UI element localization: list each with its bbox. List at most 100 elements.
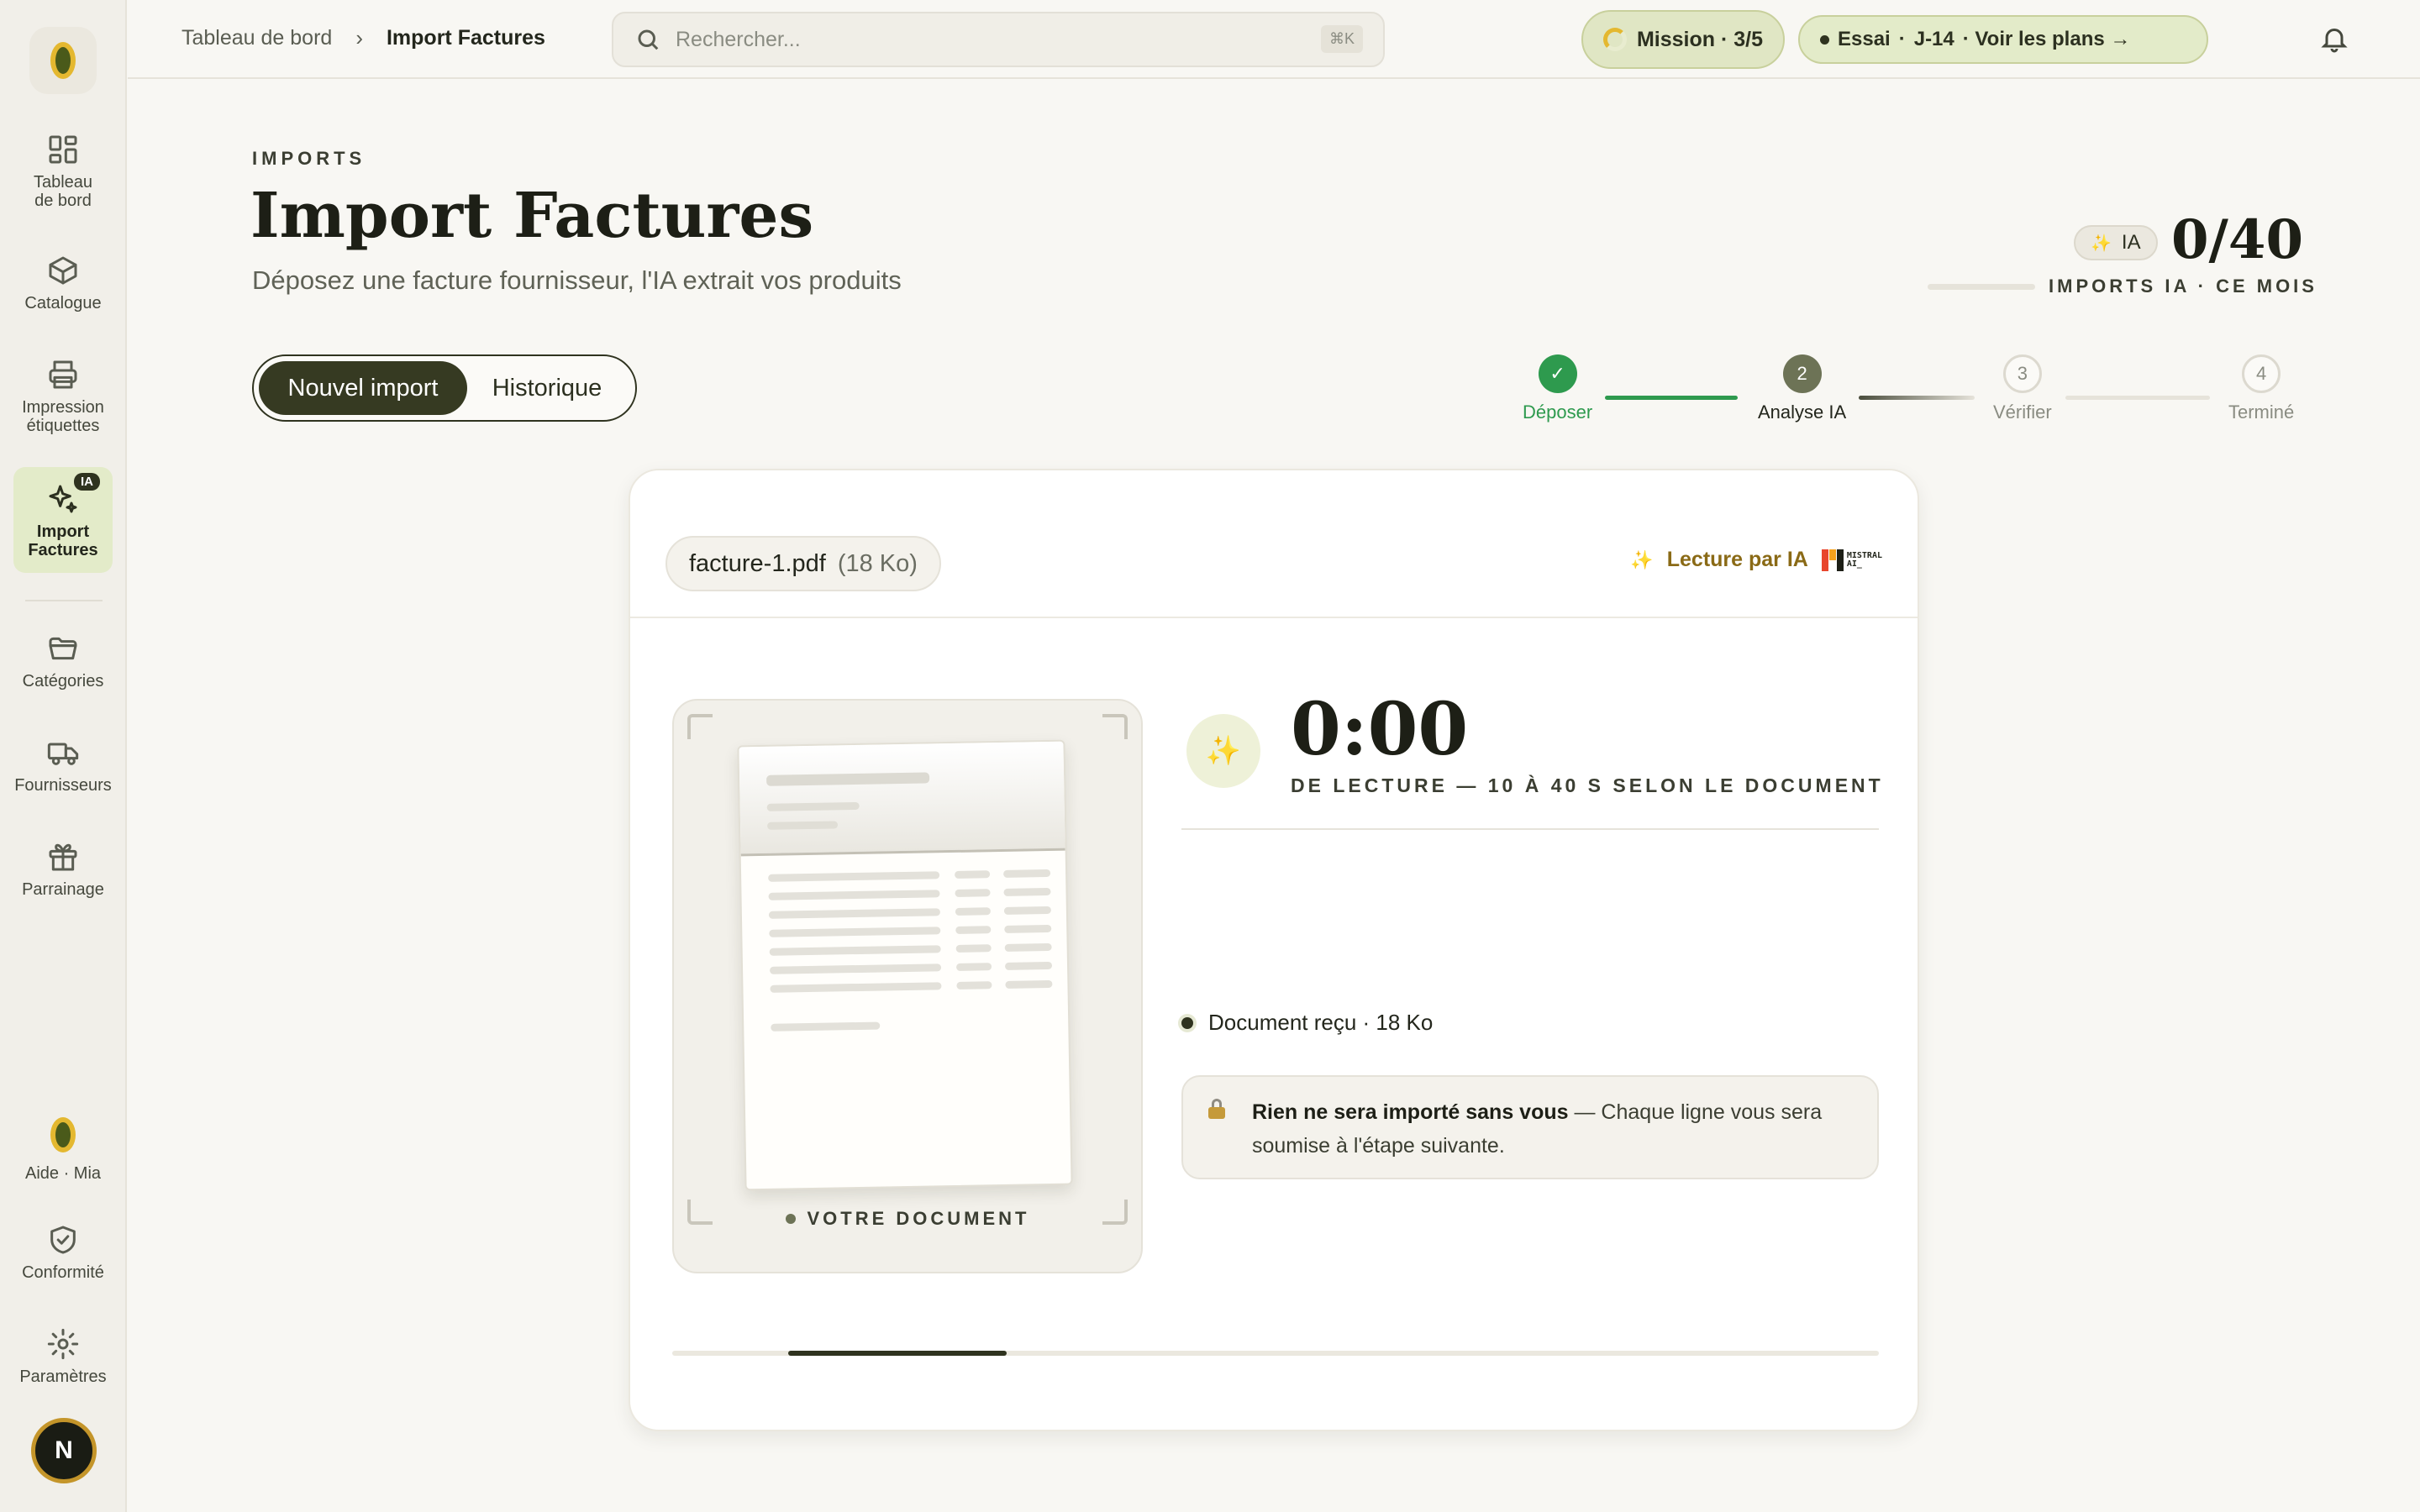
sidebar-item-catalogue[interactable]: Catalogue (13, 254, 113, 312)
folder-icon (49, 637, 77, 660)
trial-cta: · Voir les plans → (1962, 28, 2131, 50)
sidebar-item-referral[interactable]: Parrainage (13, 840, 113, 899)
search-shortcut: ⌘K (1320, 25, 1363, 53)
quota-label: IMPORTS IA · CE MOIS (2049, 276, 2317, 297)
page-subtitle: Déposez une facture fournisseur, l'IA ex… (252, 265, 902, 295)
file-chip: facture-1.pdf (18 Ko) (666, 536, 941, 591)
sidebar-item-dashboard[interactable]: Tableau de bord (13, 133, 113, 210)
printer-icon (49, 360, 77, 389)
quota-badge-label: IA (2121, 231, 2141, 254)
analysis-progress-fill (787, 1351, 1007, 1356)
step-label: Analyse IA (1758, 402, 1847, 423)
trial-separator: · (1898, 28, 1906, 50)
quota-progress-bar (1928, 284, 2035, 290)
sidebar-item-settings[interactable]: Paramètres (13, 1327, 113, 1386)
ai-read-label: Lecture par IA (1666, 548, 1808, 571)
file-name: facture-1.pdf (689, 549, 826, 577)
gift-icon (49, 843, 77, 871)
review-notice: Rien ne sera importé sans vous — Chaque … (1181, 1075, 1879, 1179)
status-text: Document reçu · 18 Ko (1208, 1010, 1434, 1035)
sidebar-item-label: Fournisseurs (14, 776, 112, 795)
ai-reading-badge: ✨ Lecture par IA MISTRAL AI_ (1630, 548, 1882, 572)
dot-icon (785, 1214, 796, 1224)
lock-icon (1208, 1099, 1225, 1119)
tab-history[interactable]: Historique (467, 361, 627, 415)
card-header: facture-1.pdf (18 Ko) ✨ Lecture par IA M… (630, 470, 1918, 618)
sidebar-divider (25, 600, 103, 601)
step-done: 4 Terminé (2228, 354, 2294, 423)
timer-caption: DE LECTURE — 10 À 40 S SELON LE DOCUMENT (1291, 774, 1884, 796)
import-tabs: Nouvel import Historique (252, 354, 637, 422)
tab-new-import[interactable]: Nouvel import (259, 361, 467, 415)
step-number: 3 (2002, 354, 2042, 393)
sidebar: Tableau de bord Catalogue Impression éti… (0, 0, 127, 1512)
step-ai-analysis: 2 Analyse IA (1758, 354, 1846, 423)
stepper-connector (1859, 396, 1975, 400)
trial-dot-icon (1820, 34, 1829, 45)
step-upload: ✓ Déposer (1523, 354, 1592, 423)
avatar[interactable]: N (31, 1418, 97, 1483)
sidebar-item-help[interactable]: Aide · Mia (13, 1117, 113, 1183)
sidebar-item-label: Aide · Mia (24, 1164, 102, 1183)
step-number: 2 (1782, 354, 1822, 393)
breadcrumb: Tableau de bord › Import Factures (182, 25, 545, 51)
dashboard-icon (49, 135, 77, 164)
mission-progress-ring-icon (1602, 28, 1627, 51)
sparkle-icon: ✨ (2091, 234, 2112, 253)
sparkle-icon: ✨ (1630, 549, 1654, 570)
shield-check-icon (50, 1226, 76, 1254)
mistral-logo: MISTRAL AI_ (1821, 549, 1882, 571)
invoice-thumbnail (737, 739, 1073, 1191)
breadcrumb-item-current: Import Factures (386, 26, 545, 50)
mission-button[interactable]: Mission · 3/5 (1581, 10, 1785, 69)
sidebar-item-label: Impression étiquettes (22, 398, 104, 435)
olive-icon (50, 1117, 76, 1152)
truck-icon (47, 743, 79, 765)
divider (1181, 828, 1879, 830)
sidebar-item-label: Catégories (22, 672, 104, 690)
status-dot-icon (1181, 1016, 1193, 1029)
mission-label: Mission · 3/5 (1636, 27, 1764, 51)
step-label: Vérifier (1993, 402, 2052, 423)
breadcrumb-item-dashboard[interactable]: Tableau de bord (182, 26, 332, 50)
document-label-text: VOTRE DOCUMENT (807, 1208, 1030, 1229)
sidebar-item-label: Tableau de bord (33, 173, 93, 210)
scan-corner-icon (1102, 714, 1128, 739)
gear-icon (47, 1328, 79, 1360)
step-number: 4 (2242, 354, 2281, 393)
invoice-scan-band (739, 741, 1065, 857)
sidebar-item-label: Parrainage (22, 880, 104, 899)
file-size: (18 Ko) (837, 549, 918, 577)
stepper-connector (2065, 396, 2210, 400)
status-line: Document reçu · 18 Ko (1181, 1010, 1433, 1036)
mistral-wordmark-line-2: AI_ (1846, 559, 1862, 569)
chevron-right-icon: › (355, 25, 363, 50)
bell-icon (2321, 29, 2348, 53)
sidebar-item-compliance[interactable]: Conformité (13, 1223, 113, 1282)
check-icon: ✓ (1538, 354, 1577, 393)
sidebar-item-label: Import Factures (28, 522, 98, 559)
app-logo[interactable] (29, 27, 97, 94)
document-label: VOTRE DOCUMENT (674, 1208, 1141, 1230)
trial-label: Essai (1838, 28, 1891, 50)
page-eyebrow: IMPORTS (252, 148, 366, 169)
step-verify: 3 Vérifier (1993, 354, 2052, 423)
scan-corner-icon (687, 714, 713, 739)
sidebar-item-suppliers[interactable]: Fournisseurs (13, 736, 113, 795)
mistral-logo-icon (1821, 549, 1844, 571)
ia-badge: IA (74, 473, 100, 491)
step-label: Terminé (2228, 402, 2295, 423)
box-icon (49, 256, 77, 285)
sparkle-icon: ✨ (1186, 714, 1260, 788)
sidebar-item-labels-print[interactable]: Impression étiquettes (13, 358, 113, 435)
search-input[interactable]: Rechercher... ⌘K (612, 12, 1385, 67)
sidebar-item-label: Paramètres (19, 1368, 107, 1386)
notifications-button[interactable] (2319, 24, 2349, 54)
search-placeholder: Rechercher... (676, 27, 801, 51)
notice-strong: Rien ne sera importé sans vous (1252, 1100, 1569, 1124)
page-title: Import Factures (250, 180, 814, 252)
reading-timer: 0:00 (1291, 687, 1469, 772)
trial-plans-button[interactable]: Essai · J-14 · Voir les plans → (1798, 15, 2208, 64)
sidebar-item-categories[interactable]: Catégories (13, 632, 113, 690)
step-label: Déposer (1523, 402, 1593, 423)
